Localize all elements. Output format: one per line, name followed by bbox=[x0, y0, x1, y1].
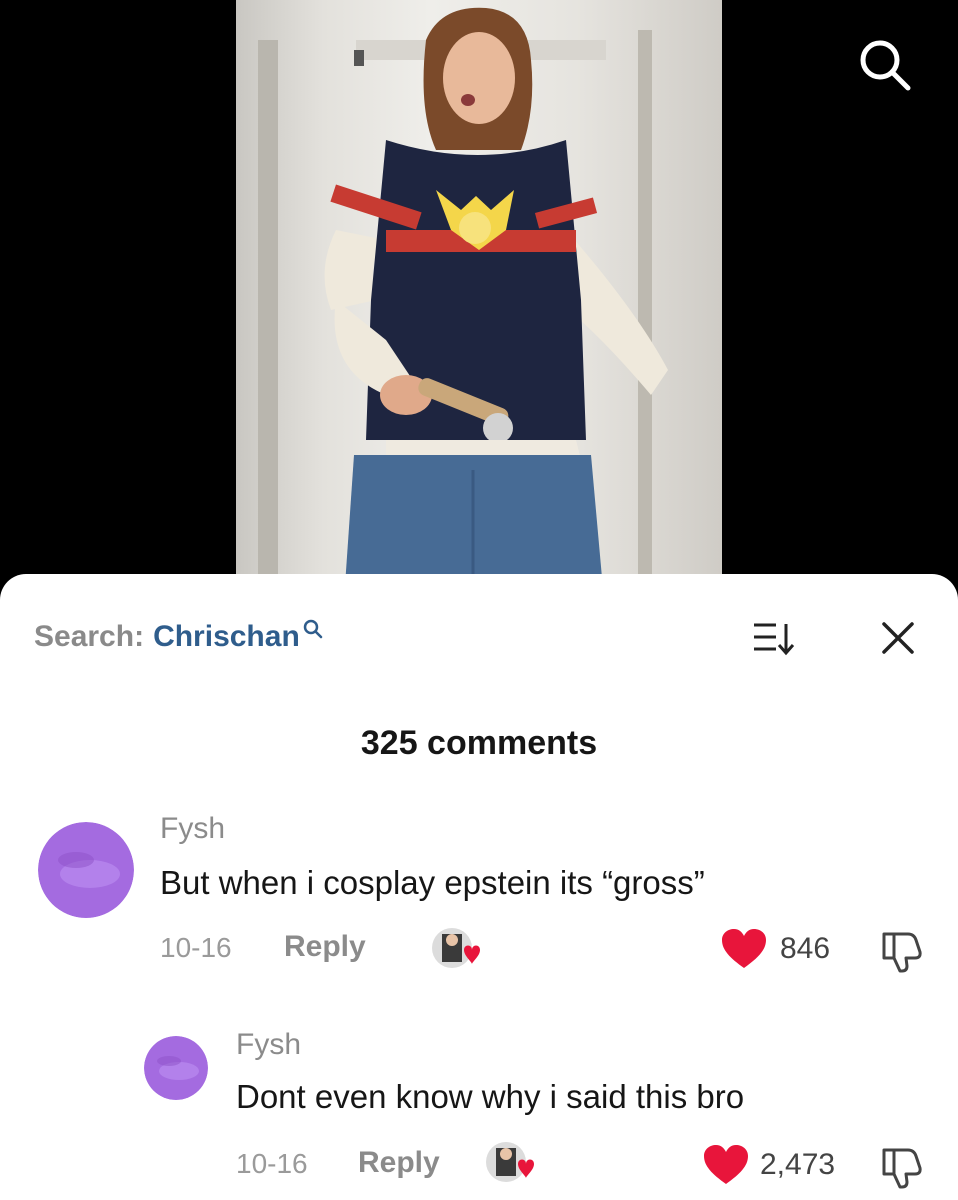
creator-liked-avatar bbox=[486, 1142, 534, 1182]
heart-icon[interactable] bbox=[720, 928, 768, 970]
comment-date: 10-16 bbox=[236, 1148, 308, 1179]
like-count: 846 bbox=[780, 932, 831, 965]
reply-button[interactable]: Reply bbox=[358, 1146, 440, 1180]
sort-icon[interactable] bbox=[752, 618, 796, 658]
small-search-icon bbox=[303, 619, 323, 639]
avatar[interactable] bbox=[38, 822, 134, 918]
reply-button[interactable]: Reply bbox=[284, 930, 366, 964]
comments-count: 325 comments bbox=[360, 724, 598, 762]
search-suggestion[interactable]: Search: Chrischan bbox=[34, 619, 324, 654]
video-frame[interactable] bbox=[236, 0, 722, 600]
heart-icon[interactable] bbox=[702, 1144, 750, 1186]
search-icon[interactable] bbox=[852, 32, 916, 96]
comment-text: Dont even know why i said this bro bbox=[236, 1078, 745, 1115]
video-person-figure bbox=[324, 7, 668, 600]
like-count: 2,473 bbox=[760, 1148, 836, 1181]
avatar[interactable] bbox=[144, 1036, 208, 1100]
search-label: Search: bbox=[34, 620, 145, 653]
comment-date: 10-16 bbox=[160, 932, 232, 963]
avatar-image bbox=[144, 1036, 208, 1100]
thumbs-down-icon[interactable] bbox=[878, 1146, 926, 1190]
comment-username[interactable]: Fysh bbox=[236, 1028, 301, 1062]
comment-text: But when i cosplay epstein its “gross” bbox=[160, 864, 705, 901]
search-term-link[interactable]: Chrischan bbox=[153, 620, 300, 654]
avatar-image bbox=[38, 822, 134, 918]
thumbs-down-icon[interactable] bbox=[878, 930, 926, 974]
comment-username[interactable]: Fysh bbox=[160, 812, 225, 846]
creator-liked-avatar bbox=[432, 928, 480, 968]
video-player[interactable] bbox=[0, 0, 958, 600]
close-icon[interactable] bbox=[878, 618, 918, 658]
